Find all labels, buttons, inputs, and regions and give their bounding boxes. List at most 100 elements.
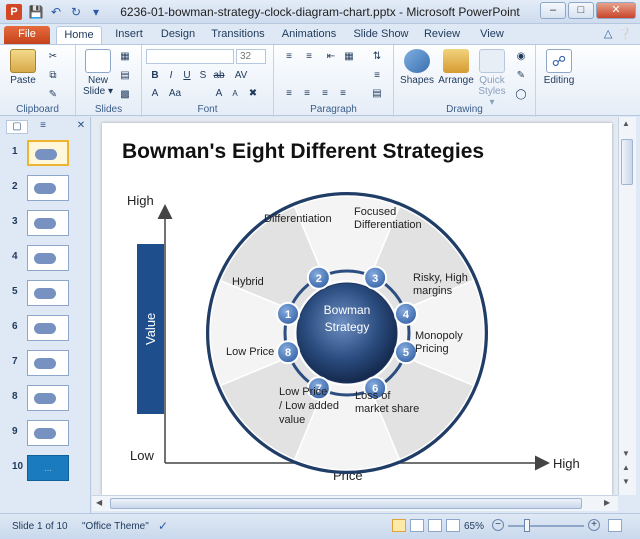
char-spacing-icon[interactable]: AV (234, 69, 248, 83)
tab-insert[interactable]: Insert (108, 26, 150, 44)
align-center-icon[interactable]: ≡ (300, 87, 314, 101)
scroll-down-icon[interactable]: ▼ (622, 449, 630, 458)
slides-tab-icon[interactable]: ▢ (6, 120, 28, 134)
slide-thumbnail-row[interactable]: 8 (0, 383, 91, 413)
next-slide-icon[interactable]: ▼ (622, 477, 630, 486)
zoom-in-icon[interactable]: + (588, 519, 600, 531)
underline-icon[interactable]: U (180, 69, 194, 83)
font-color-icon[interactable]: A (148, 87, 162, 101)
tab-transitions[interactable]: Transitions (208, 26, 268, 44)
slide-sorter-icon[interactable] (410, 519, 424, 532)
reset-icon[interactable]: ▤ (118, 69, 132, 83)
slide-thumbnail-row[interactable]: 1 (0, 138, 91, 168)
slide-thumbnail[interactable] (27, 210, 69, 236)
italic-icon[interactable]: I (164, 69, 178, 83)
numbering-icon[interactable]: ≡ (302, 50, 316, 64)
slide-thumbnail[interactable]: … (27, 455, 69, 481)
maximize-button[interactable]: □ (568, 2, 594, 19)
columns-icon[interactable]: ▦ (342, 50, 356, 64)
editing-button[interactable]: ☍ Editing (540, 49, 578, 86)
zoom-slider-thumb[interactable] (524, 519, 530, 532)
slide-thumbnail[interactable] (27, 140, 69, 166)
zoom-out-icon[interactable]: − (492, 519, 504, 531)
reading-view-icon[interactable] (428, 519, 442, 532)
text-direction-icon[interactable]: ⇅ (370, 50, 384, 64)
layout-icon[interactable]: ▦ (118, 50, 132, 64)
shadow-icon[interactable]: S (196, 69, 210, 83)
normal-view-icon[interactable] (392, 519, 406, 532)
outline-tab-icon[interactable]: ≡ (32, 120, 54, 134)
tab-view[interactable]: View (474, 26, 510, 44)
slide-thumbnail[interactable] (27, 420, 69, 446)
tab-slide-show[interactable]: Slide Show (352, 26, 410, 44)
close-pane-icon[interactable]: ✕ (74, 120, 88, 134)
shape-outline-icon[interactable]: ✎ (514, 69, 528, 83)
align-text-icon[interactable]: ≡ (370, 69, 384, 83)
minimize-ribbon-icon[interactable]: △ (604, 27, 612, 40)
tab-review[interactable]: Review (420, 26, 464, 44)
align-left-icon[interactable]: ≡ (282, 87, 296, 101)
minimize-button[interactable]: – (540, 2, 566, 19)
slide-thumbnail[interactable] (27, 315, 69, 341)
shapes-button[interactable]: Shapes (398, 49, 436, 86)
tab-file[interactable]: File (4, 26, 50, 44)
strikethrough-icon[interactable]: ab (212, 69, 226, 83)
slide-thumbnail-row[interactable]: 5 (0, 278, 91, 308)
align-right-icon[interactable]: ≡ (318, 87, 332, 101)
slide-thumbnail-row[interactable]: 3 (0, 208, 91, 238)
shape-fill-icon[interactable]: ◉ (514, 50, 528, 64)
help-icon[interactable]: ❔ (618, 27, 632, 40)
bullets-icon[interactable]: ≡ (282, 50, 296, 64)
slide-thumbnail-row[interactable]: 10… (0, 453, 91, 483)
grow-font-icon[interactable]: A (212, 87, 226, 101)
close-button[interactable]: ✕ (596, 2, 636, 19)
format-painter-icon[interactable]: ✎ (46, 88, 60, 102)
scroll-left-icon[interactable]: ◀ (96, 498, 102, 507)
slide[interactable]: Bowman's Eight Different Strategies High… (102, 123, 612, 495)
tab-design[interactable]: Design (156, 26, 200, 44)
slides-group: New Slide ▾ ▦ ▤ ▩ Slides (76, 45, 142, 117)
slide-thumbnail-row[interactable]: 9 (0, 418, 91, 448)
font-name-combo[interactable] (146, 49, 234, 64)
bold-icon[interactable]: B (148, 69, 162, 83)
slide-thumbnail-row[interactable]: 7 (0, 348, 91, 378)
scroll-right-icon[interactable]: ▶ (604, 498, 610, 507)
new-slide-button[interactable]: New Slide ▾ (82, 49, 114, 97)
slide-thumbnail[interactable] (27, 385, 69, 411)
spelling-check-icon[interactable]: ✓ (158, 519, 168, 533)
shrink-font-icon[interactable]: A (228, 87, 242, 101)
slide-thumbnail-row[interactable]: 4 (0, 243, 91, 273)
slide-title[interactable]: Bowman's Eight Different Strategies (122, 140, 484, 163)
slide-show-icon[interactable] (446, 519, 460, 532)
clear-format-icon[interactable]: ✖ (246, 87, 260, 101)
font-size-combo[interactable]: 32 (236, 49, 266, 64)
horizontal-scrollbar[interactable]: ◀ ▶ (92, 495, 618, 511)
arrange-button[interactable]: Arrange (436, 49, 476, 86)
change-case-icon[interactable]: Aa (168, 87, 182, 101)
tab-home[interactable]: Home (56, 26, 102, 44)
zoom-level[interactable]: 65% (464, 521, 484, 532)
vertical-scrollbar[interactable]: ▲ ▼ ▲ ▼ (618, 117, 636, 495)
paste-button[interactable]: Paste (8, 49, 38, 86)
cut-icon[interactable]: ✂ (46, 50, 60, 64)
zoom-slider-track[interactable] (508, 525, 584, 527)
justify-icon[interactable]: ≡ (336, 87, 350, 101)
indent-icon[interactable]: ⇤ (324, 50, 338, 64)
slide-thumbnail[interactable] (27, 350, 69, 376)
scroll-thumb[interactable] (621, 139, 633, 185)
scroll-up-icon[interactable]: ▲ (622, 119, 630, 128)
fit-to-window-icon[interactable] (608, 519, 622, 532)
smartart-icon[interactable]: ▤ (370, 87, 384, 101)
slide-thumbnail-row[interactable]: 6 (0, 313, 91, 343)
quick-styles-button[interactable]: Quick Styles ▾ (476, 49, 508, 108)
section-icon[interactable]: ▩ (118, 88, 132, 102)
slide-thumbnail[interactable] (27, 245, 69, 271)
prev-slide-icon[interactable]: ▲ (622, 463, 630, 472)
slide-thumbnail-row[interactable]: 2 (0, 173, 91, 203)
tab-animations[interactable]: Animations (278, 26, 340, 44)
h-scroll-thumb[interactable] (110, 498, 582, 509)
slide-thumbnail[interactable] (27, 175, 69, 201)
copy-icon[interactable]: ⧉ (46, 69, 60, 83)
slide-thumbnail[interactable] (27, 280, 69, 306)
shape-effects-icon[interactable]: ◯ (514, 88, 528, 102)
